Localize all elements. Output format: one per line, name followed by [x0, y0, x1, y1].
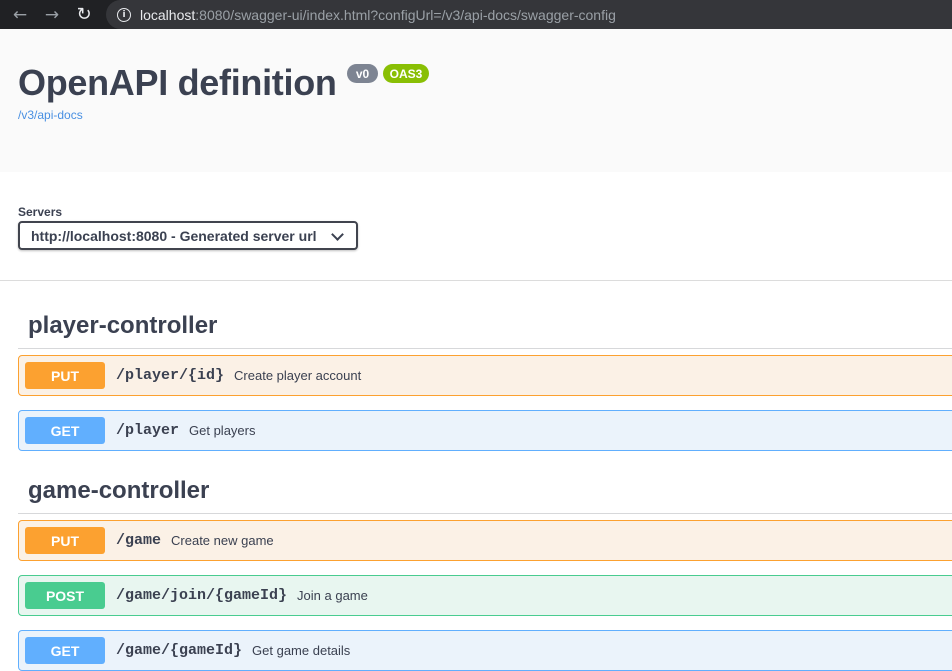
operation-put-game[interactable]: PUT /game Create new game — [18, 520, 952, 561]
forward-arrow-icon[interactable]: → — [41, 4, 63, 26]
server-select[interactable]: http://localhost:8080 - Generated server… — [18, 221, 358, 250]
spec-link[interactable]: /v3/api-docs — [18, 108, 83, 122]
tag-divider — [18, 348, 952, 349]
method-badge: PUT — [25, 527, 105, 554]
oas-badge: OAS3 — [383, 64, 429, 83]
operation-summary: Join a game — [297, 588, 368, 603]
divider — [0, 280, 952, 281]
operation-summary: Get players — [189, 423, 256, 438]
operation-path: /player/{id} — [116, 367, 225, 384]
operation-get-player[interactable]: GET /player Get players — [18, 410, 952, 451]
info-section: OpenAPI definition v0 OAS3 /v3/api-docs — [0, 29, 952, 172]
operation-path: /game/join/{gameId} — [116, 587, 288, 604]
operation-path: /game/{gameId} — [116, 642, 243, 659]
method-badge: GET — [25, 637, 105, 664]
operation-path: /player — [116, 422, 180, 439]
operation-post-game-join[interactable]: POST /game/join/{gameId} Join a game — [18, 575, 952, 616]
address-bar[interactable]: i localhost:8080/swagger-ui/index.html?c… — [106, 0, 952, 29]
reload-icon[interactable]: ↻ — [73, 4, 95, 26]
url-host: localhost — [140, 6, 196, 23]
server-select-value: http://localhost:8080 - Generated server… — [31, 227, 317, 244]
operation-summary: Create new game — [171, 533, 274, 548]
servers-label: Servers — [18, 205, 63, 219]
operation-path: /game — [116, 532, 162, 549]
method-badge: GET — [25, 417, 105, 444]
operation-put-player-id[interactable]: PUT /player/{id} Create player account — [18, 355, 952, 396]
operation-summary: Create player account — [234, 368, 362, 383]
tag-divider — [18, 513, 952, 514]
operation-summary: Get game details — [252, 643, 351, 658]
tag-game-controller[interactable]: game-controller — [28, 477, 209, 505]
operation-get-game-id[interactable]: GET /game/{gameId} Get game details — [18, 630, 952, 671]
url-text[interactable]: localhost:8080/swagger-ui/index.html?con… — [140, 7, 616, 23]
browser-toolbar: ← → ↻ i localhost:8080/swagger-ui/index.… — [0, 0, 952, 29]
site-info-icon[interactable]: i — [117, 7, 131, 22]
method-badge: PUT — [25, 362, 105, 389]
url-path: :8080/swagger-ui/index.html?configUrl=/v… — [195, 6, 616, 23]
method-badge: POST — [25, 582, 105, 609]
tag-player-controller[interactable]: player-controller — [28, 312, 217, 340]
chevron-down-icon — [331, 228, 344, 241]
page-title: OpenAPI definition — [18, 62, 337, 103]
version-badge: v0 — [347, 64, 378, 83]
back-arrow-icon[interactable]: ← — [9, 4, 31, 26]
